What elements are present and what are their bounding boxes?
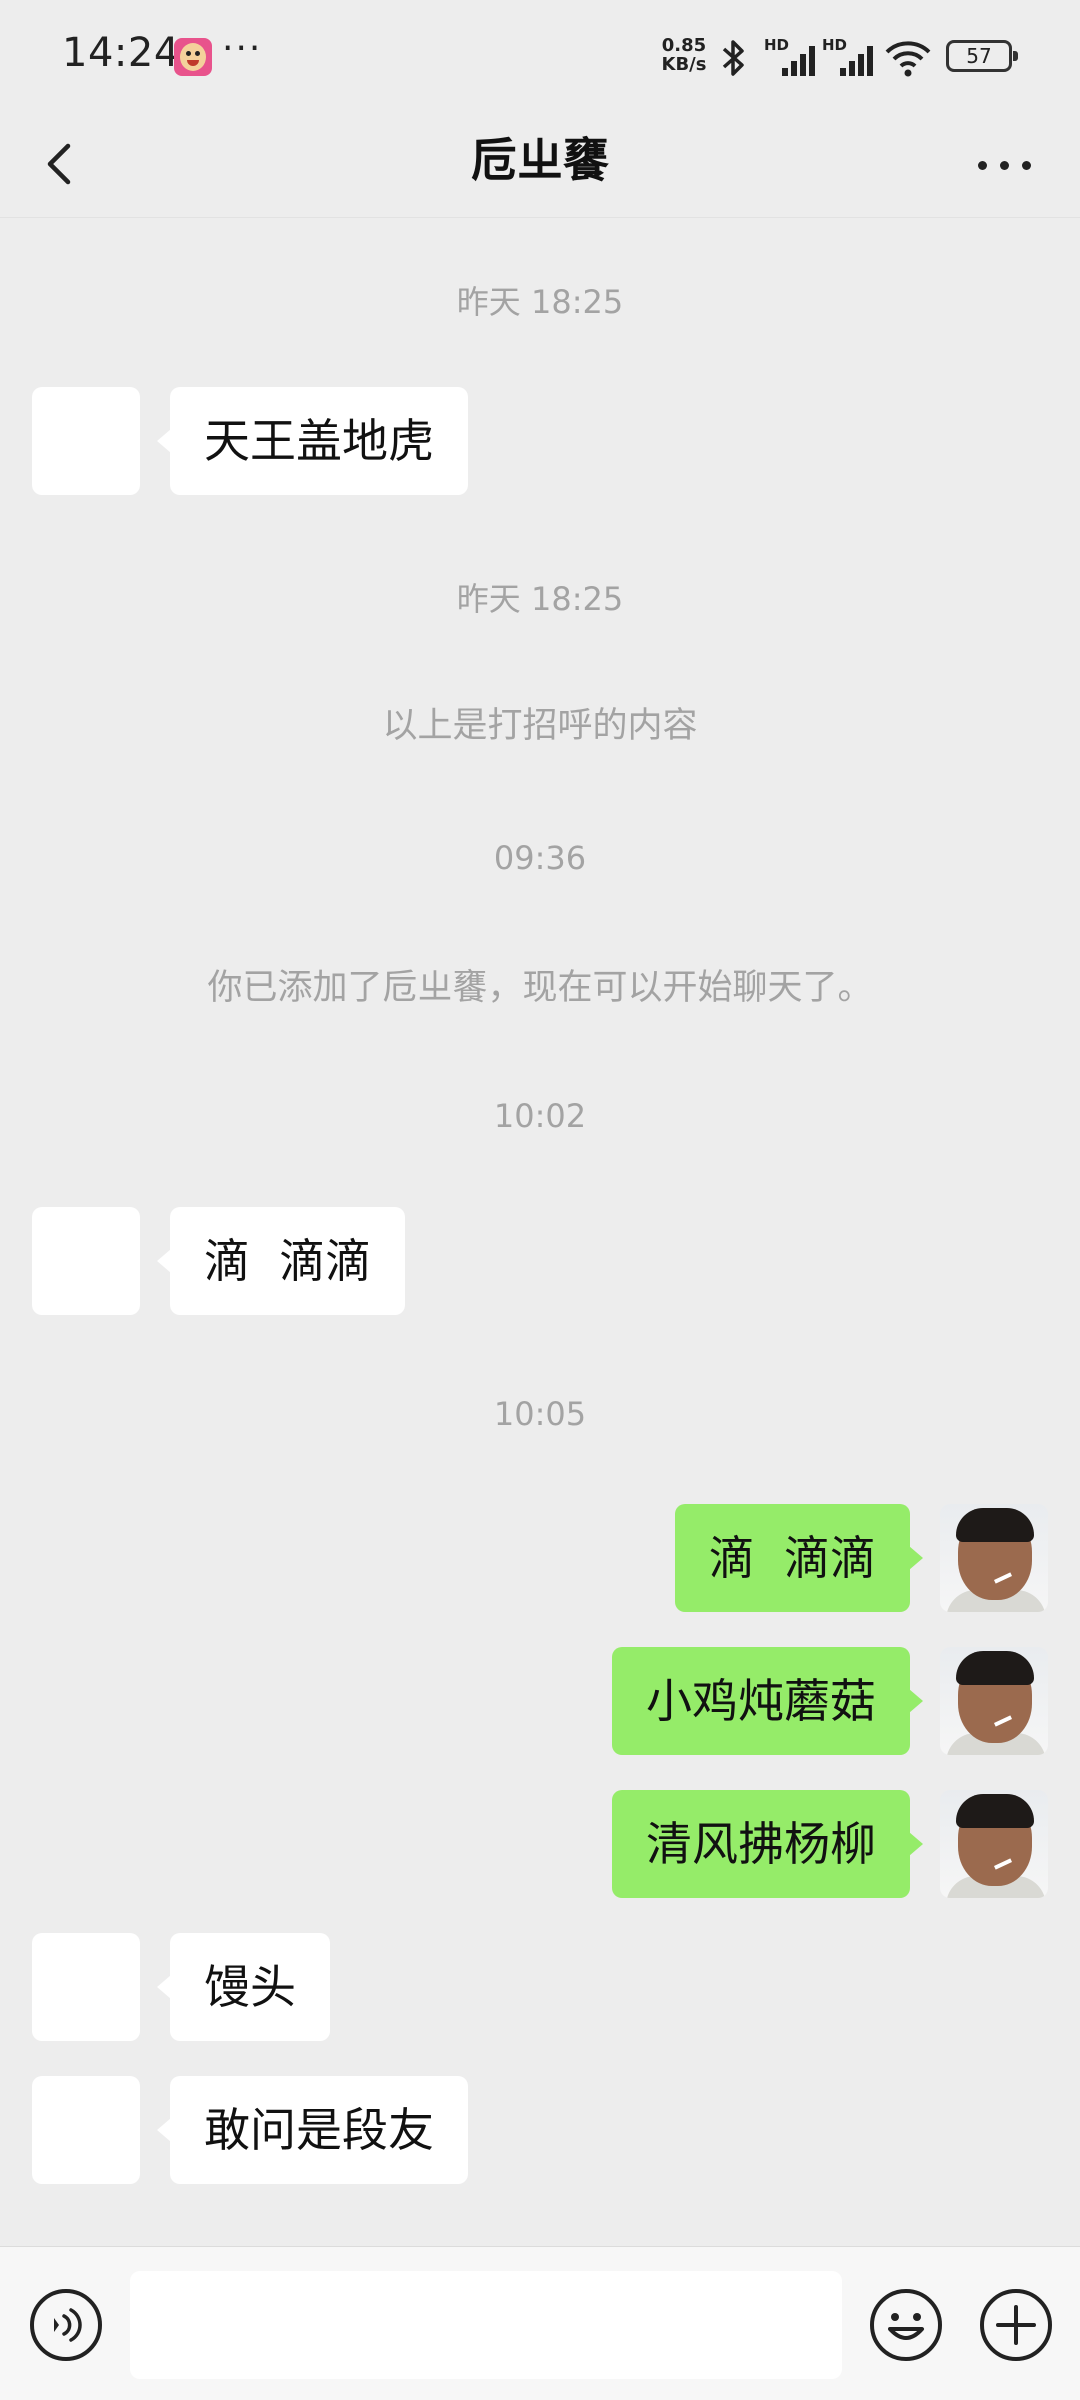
network-speed-unit: KB/s	[661, 54, 707, 75]
chevron-left-icon[interactable]	[30, 130, 90, 198]
my-avatar[interactable]	[940, 1647, 1048, 1755]
contact-avatar[interactable]	[32, 2076, 140, 2184]
message-timestamp: 09:36	[493, 839, 587, 877]
bluetooth-icon	[722, 40, 744, 76]
voice-icon[interactable]	[28, 2287, 104, 2363]
more-dots-icon[interactable]	[970, 134, 1040, 194]
status-time: 14:24	[62, 30, 180, 76]
system-notice: 你已添加了卮ㄓ饔，现在可以开始聊天了。	[207, 968, 873, 1008]
message-timestamp: 10:02	[493, 1097, 587, 1135]
message-bubble[interactable]: 小鸡炖蘑菇	[612, 1647, 923, 1755]
message-timestamp: 10:05	[493, 1395, 587, 1433]
signal-sim2-icon: HD	[822, 36, 878, 76]
system-notice: 以上是打招呼的内容	[382, 706, 698, 746]
contact-avatar[interactable]	[32, 1933, 140, 2041]
network-speed: 0.85 KB/s	[658, 36, 710, 74]
battery-icon: 57	[946, 40, 1018, 72]
message-bubble[interactable]: 滴 滴滴	[156, 1207, 406, 1315]
my-avatar[interactable]	[940, 1504, 1048, 1612]
battery-level: 57	[966, 44, 992, 68]
message-timestamp: 昨天 18:25	[456, 283, 624, 321]
status-more-notifications: ···	[222, 28, 263, 69]
message-timestamp: 昨天 18:25	[456, 580, 624, 618]
plus-icon[interactable]	[978, 2287, 1054, 2363]
message-bubble[interactable]: 天王盖地虎	[157, 387, 468, 495]
chat-title: 卮ㄓ饔	[471, 133, 609, 187]
message-bubble[interactable]: 清风拂杨柳	[612, 1790, 923, 1898]
contact-avatar[interactable]	[32, 387, 140, 495]
message-bubble[interactable]: 敢问是段友	[157, 2076, 468, 2184]
notification-app-icon	[174, 38, 212, 76]
message-list[interactable]: 昨天 18:25 天王盖地虎 昨天 18:25 以上是打招呼的内容 09:36 …	[0, 219, 1080, 2245]
emoji-icon[interactable]	[868, 2287, 944, 2363]
contact-avatar[interactable]	[32, 1207, 140, 1315]
wifi-icon	[885, 41, 931, 77]
status-bar: 14:24 ··· 0.85 KB/s HD HD 57	[0, 0, 1080, 112]
signal-sim1-icon: HD	[764, 36, 820, 76]
chat-screen: 14:24 ··· 0.85 KB/s HD HD 57 卮ㄓ饔 昨天 18:2…	[0, 0, 1080, 2400]
message-bubble[interactable]: 滴 滴滴	[674, 1504, 924, 1612]
message-input-bar	[0, 2246, 1080, 2400]
network-speed-value: 0.85	[661, 35, 707, 56]
message-input[interactable]	[130, 2271, 842, 2379]
chat-header: 卮ㄓ饔	[0, 112, 1080, 218]
my-avatar[interactable]	[940, 1790, 1048, 1898]
message-bubble[interactable]: 馒头	[157, 1933, 330, 2041]
